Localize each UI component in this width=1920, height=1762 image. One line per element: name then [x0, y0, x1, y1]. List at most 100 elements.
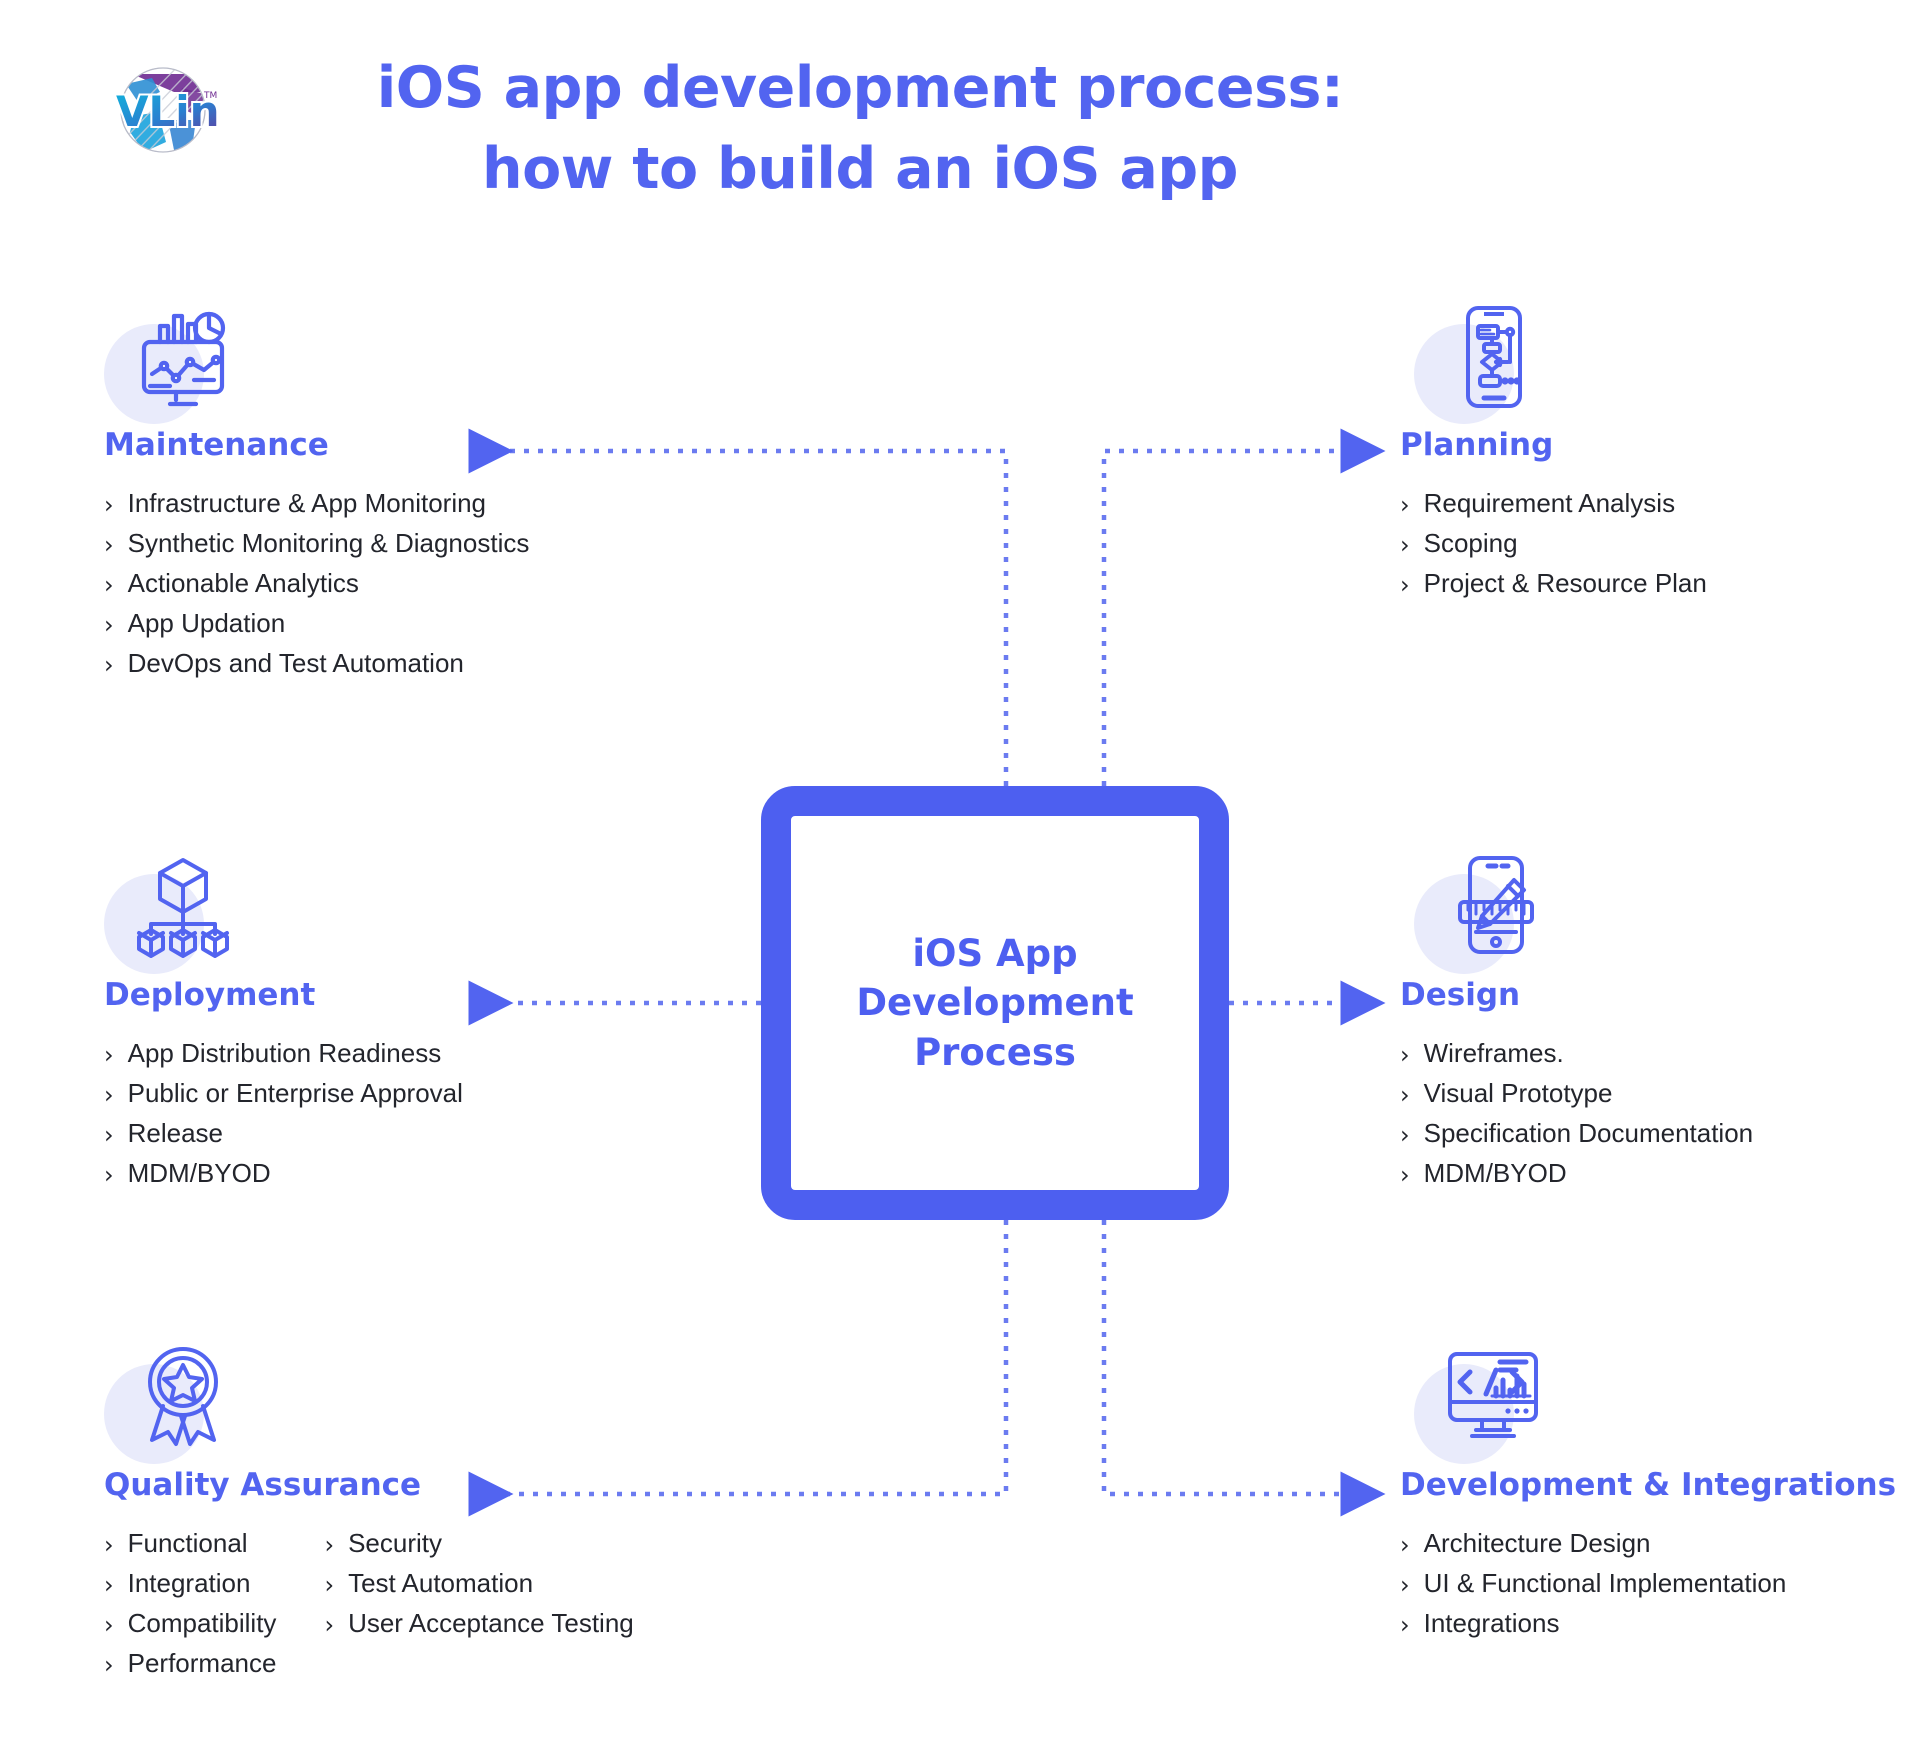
- list-column: › Infrastructure & App Monitoring › Synt…: [104, 488, 530, 690]
- block-title-quality-assurance: Quality Assurance: [104, 1467, 422, 1503]
- chevron-right-icon: ›: [1400, 1571, 1410, 1600]
- list-item: › Specification Documentation: [1400, 1119, 1753, 1148]
- chevron-right-icon: ›: [104, 571, 114, 600]
- list-item-label: UI & Functional Implementation: [1423, 1568, 1787, 1599]
- list-column: › App Distribution Readiness › Public or…: [104, 1038, 463, 1199]
- list-item-label: Synthetic Monitoring & Diagnostics: [127, 528, 530, 559]
- center-process-box: iOS App Development Process: [761, 786, 1229, 1220]
- chevron-right-icon: ›: [104, 531, 114, 560]
- list-item: › UI & Functional Implementation: [1400, 1568, 1787, 1600]
- list-column: › Architecture Design › UI & Functional …: [1400, 1528, 1787, 1649]
- connector-development: [1101, 1220, 1386, 1517]
- list-item-label: Integrations: [1423, 1608, 1560, 1639]
- analytics-monitor-icon: [104, 298, 240, 424]
- chevron-right-icon: ›: [1400, 1611, 1410, 1640]
- list-item: › Actionable Analytics: [104, 569, 529, 598]
- list-item-label: MDM/BYOD: [127, 1158, 271, 1189]
- list-development-integrations: › Architecture Design › UI & Functional …: [1400, 1528, 1896, 1649]
- page-title-line-2: how to build an iOS app: [482, 135, 1238, 202]
- list-column: › Functional › Integration › Compatibili…: [104, 1528, 276, 1689]
- list-maintenance: › Infrastructure & App Monitoring › Synt…: [104, 488, 530, 690]
- block-title-design: Design: [1400, 977, 1521, 1013]
- chevron-right-icon: ›: [1400, 1161, 1410, 1190]
- block-maintenance: Maintenance › Infrastructure & App Monit…: [104, 298, 529, 690]
- chevron-right-icon: ›: [104, 1041, 114, 1069]
- cube-hierarchy-icon: [104, 848, 240, 974]
- list-item: › DevOps and Test Automation: [104, 649, 529, 678]
- list-item: › Project & Resource Plan: [1400, 569, 1707, 598]
- center-line-1: iOS App: [912, 932, 1078, 976]
- chevron-right-icon: ›: [104, 1081, 114, 1110]
- connector-maintenance: [468, 428, 1009, 786]
- list-item: › Architecture Design: [1400, 1528, 1786, 1559]
- list-item: › Requirement Analysis: [1400, 488, 1707, 519]
- list-item: › Integrations: [1400, 1609, 1786, 1638]
- list-item: › User Acceptance Testing: [324, 1609, 633, 1638]
- chevron-right-icon: ›: [104, 1121, 114, 1150]
- list-item: › Compatibility: [104, 1609, 276, 1638]
- list-planning: › Requirement Analysis › Scoping › Proje…: [1400, 488, 1707, 609]
- block-title-deployment: Deployment: [104, 977, 316, 1013]
- list-item-label: Security: [348, 1528, 442, 1558]
- chevron-right-icon: ›: [104, 1531, 114, 1559]
- list-item: › MDM/BYOD: [1400, 1159, 1753, 1188]
- list-item-label: Wireframes.: [1423, 1038, 1564, 1068]
- chevron-right-icon: ›: [1400, 491, 1410, 519]
- list-item-label: App Updation: [127, 608, 286, 639]
- list-item-label: User Acceptance Testing: [348, 1608, 634, 1639]
- list-item-label: Project & Resource Plan: [1423, 568, 1707, 599]
- code-monitor-icon: [1414, 1338, 1550, 1464]
- list-item: › Test Automation: [324, 1568, 633, 1599]
- list-column: › Wireframes. › Visual Prototype › Speci…: [1400, 1038, 1753, 1199]
- chevron-right-icon: ›: [1400, 571, 1410, 600]
- page-title: iOS app development process: how to buil…: [330, 48, 1390, 210]
- chevron-right-icon: ›: [1400, 1121, 1410, 1150]
- phone-pencil-ruler-icon: [1414, 848, 1550, 974]
- list-item-label: Requirement Analysis: [1423, 488, 1676, 518]
- chevron-right-icon: ›: [1400, 1531, 1410, 1559]
- chevron-right-icon: ›: [104, 491, 114, 519]
- block-title-planning: Planning: [1400, 427, 1554, 463]
- list-item-label: Scoping: [1423, 528, 1518, 559]
- list-item: › Integration: [104, 1568, 276, 1598]
- block-deployment: Deployment › App Distribution Readiness …: [104, 848, 463, 1199]
- list-item-label: Actionable Analytics: [127, 568, 359, 599]
- center-line-2: Development: [856, 981, 1134, 1025]
- list-item: › Public or Enterprise Approval: [104, 1078, 463, 1110]
- list-item-label: Infrastructure & App Monitoring: [127, 488, 487, 518]
- list-item-label: Test Automation: [348, 1568, 534, 1599]
- chevron-right-icon: ›: [104, 1611, 114, 1640]
- chevron-right-icon: ›: [104, 651, 114, 680]
- list-item-label: Compatibility: [127, 1608, 277, 1639]
- list-item-label: Specification Documentation: [1423, 1118, 1754, 1149]
- block-quality-assurance: Quality Assurance › Functional › Integra…: [104, 1338, 634, 1689]
- list-item-label: Visual Prototype: [1423, 1078, 1613, 1109]
- list-item: › Scoping: [1400, 528, 1707, 559]
- list-item-label: MDM/BYOD: [1423, 1158, 1567, 1189]
- chevron-right-icon: ›: [104, 611, 114, 640]
- list-item-label: App Distribution Readiness: [127, 1038, 442, 1068]
- list-column: › Security › Test Automation › User Acce…: [324, 1528, 633, 1689]
- list-design: › Wireframes. › Visual Prototype › Speci…: [1400, 1038, 1753, 1199]
- list-item-label: DevOps and Test Automation: [127, 648, 464, 679]
- list-item-label: Performance: [127, 1648, 277, 1679]
- list-item-label: Release: [127, 1118, 224, 1149]
- list-item: › App Updation: [104, 609, 529, 638]
- block-development-integrations: Development & Integrations › Architectur…: [1400, 1338, 1896, 1649]
- chevron-right-icon: ›: [1400, 1041, 1410, 1069]
- list-item: › Performance: [104, 1649, 276, 1678]
- award-medal-icon: [104, 1338, 240, 1464]
- list-item: › MDM/BYOD: [104, 1159, 463, 1188]
- block-design: Design › Wireframes. › Visual Prototype …: [1400, 848, 1753, 1199]
- list-item: › Visual Prototype: [1400, 1078, 1753, 1109]
- phone-flowchart-icon: [1414, 298, 1550, 424]
- list-item: › Release: [104, 1119, 463, 1148]
- list-item: › App Distribution Readiness: [104, 1038, 463, 1069]
- block-title-maintenance: Maintenance: [104, 427, 329, 463]
- list-item: › Infrastructure & App Monitoring: [104, 488, 529, 519]
- trademark-mark: TM: [203, 91, 217, 101]
- chevron-right-icon: ›: [104, 1651, 114, 1680]
- block-planning: Planning › Requirement Analysis › Scopin…: [1400, 298, 1707, 609]
- vlink-logo: VLink TM: [104, 58, 251, 162]
- chevron-right-icon: ›: [324, 1531, 335, 1559]
